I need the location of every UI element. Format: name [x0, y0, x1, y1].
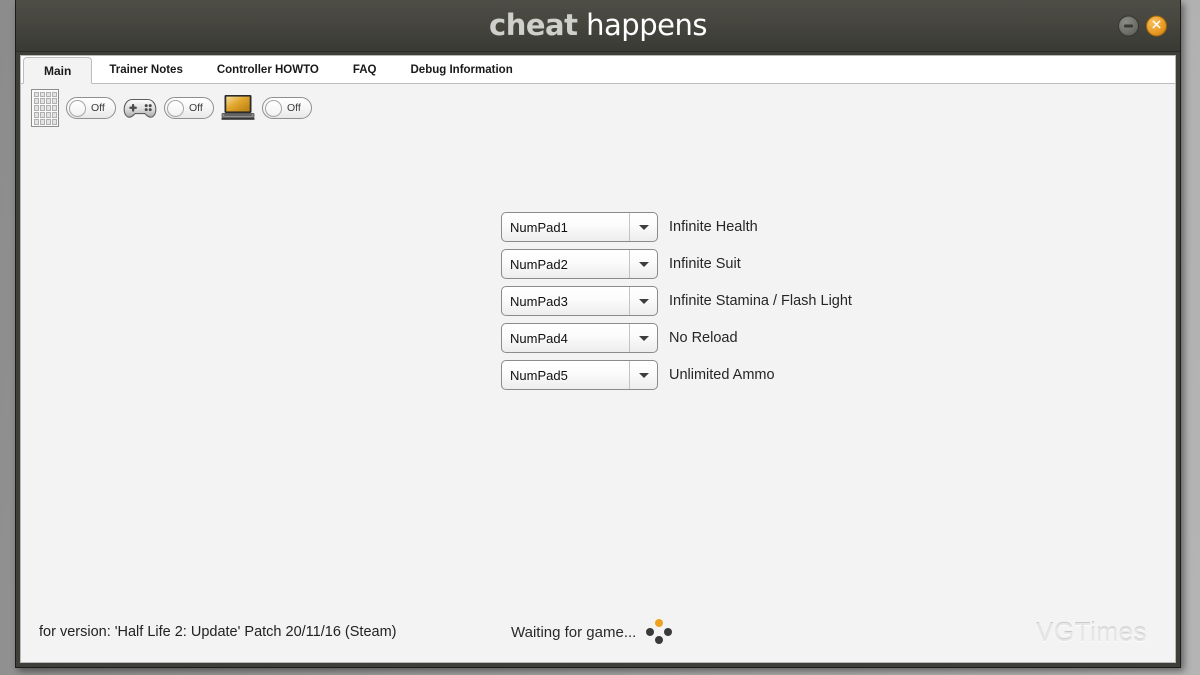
tab-faq[interactable]: FAQ	[336, 56, 394, 83]
laptop-icon[interactable]	[221, 93, 255, 123]
window-controls: ✕	[1118, 15, 1167, 36]
tab-controller-howto[interactable]: Controller HOWTO	[200, 56, 336, 83]
loading-spinner-icon	[646, 619, 673, 645]
hotkey-select-infinite-suit[interactable]: NumPad2	[501, 249, 658, 279]
cheat-row: NumPad3 Infinite Stamina / Flash Light	[501, 286, 852, 316]
controller-toggle-label: Off	[189, 102, 203, 114]
chevron-down-icon[interactable]	[629, 250, 657, 278]
toggle-knob	[167, 99, 184, 117]
hotkey-select-infinite-stamina[interactable]: NumPad3	[501, 286, 658, 316]
main-panel: Main Trainer Notes Controller HOWTO FAQ …	[20, 55, 1176, 663]
chevron-down-icon[interactable]	[629, 361, 657, 389]
trainer-window: cheat happens ✕ Main Trainer Notes Contr…	[15, 0, 1181, 668]
chevron-down-icon[interactable]	[629, 287, 657, 315]
brand-logo-first: cheat	[489, 8, 578, 42]
toggle-knob	[69, 99, 86, 117]
cheat-label: Infinite Suit	[669, 256, 741, 272]
cheat-label: Infinite Stamina / Flash Light	[669, 293, 852, 309]
gamepad-icon[interactable]	[123, 95, 157, 121]
controller-toggle[interactable]: Off	[164, 97, 214, 119]
version-text: for version: 'Half Life 2: Update' Patch…	[39, 624, 397, 640]
display-toggle[interactable]: Off	[262, 97, 312, 119]
chevron-down-icon[interactable]	[629, 324, 657, 352]
chevron-down-icon[interactable]	[629, 213, 657, 241]
brand-logo: cheat happens	[489, 8, 707, 43]
hotkey-value: NumPad5	[510, 367, 568, 383]
tab-debug-information[interactable]: Debug Information	[394, 56, 530, 83]
toolbar: Off Off Off	[21, 84, 1175, 132]
hotkey-value: NumPad1	[510, 219, 568, 235]
keyboard-toggle[interactable]: Off	[66, 97, 116, 119]
brand-logo-second: happens	[586, 8, 707, 42]
cheat-row: NumPad5 Unlimited Ammo	[501, 360, 852, 390]
cheat-row: NumPad1 Infinite Health	[501, 212, 852, 242]
status-bar: for version: 'Half Life 2: Update' Patch…	[21, 602, 1175, 662]
minimize-button[interactable]	[1118, 15, 1139, 36]
tab-bar: Main Trainer Notes Controller HOWTO FAQ …	[21, 56, 1175, 84]
close-button[interactable]: ✕	[1146, 15, 1167, 36]
title-bar: cheat happens ✕	[16, 0, 1180, 52]
cheat-list: NumPad1 Infinite Health NumPad2 Infinite…	[501, 212, 852, 390]
hotkey-value: NumPad2	[510, 256, 568, 272]
numpad-icon[interactable]	[31, 89, 59, 127]
cheat-row: NumPad4 No Reload	[501, 323, 852, 353]
close-icon: ✕	[1150, 17, 1163, 33]
hotkey-select-unlimited-ammo[interactable]: NumPad5	[501, 360, 658, 390]
cheat-label: No Reload	[669, 330, 738, 346]
waiting-status: Waiting for game...	[511, 619, 673, 645]
hotkey-value: NumPad3	[510, 293, 568, 309]
keyboard-toggle-label: Off	[91, 102, 105, 114]
tab-trainer-notes[interactable]: Trainer Notes	[92, 56, 200, 83]
toggle-knob	[265, 99, 282, 117]
watermark: VGTimes	[1036, 616, 1147, 647]
hotkey-select-infinite-health[interactable]: NumPad1	[501, 212, 658, 242]
waiting-text: Waiting for game...	[511, 623, 637, 641]
hotkey-select-no-reload[interactable]: NumPad4	[501, 323, 658, 353]
cheat-label: Infinite Health	[669, 219, 758, 235]
display-toggle-label: Off	[287, 102, 301, 114]
tab-main[interactable]: Main	[23, 57, 93, 84]
cheat-row: NumPad2 Infinite Suit	[501, 249, 852, 279]
hotkey-value: NumPad4	[510, 330, 568, 346]
cheat-label: Unlimited Ammo	[669, 367, 775, 383]
